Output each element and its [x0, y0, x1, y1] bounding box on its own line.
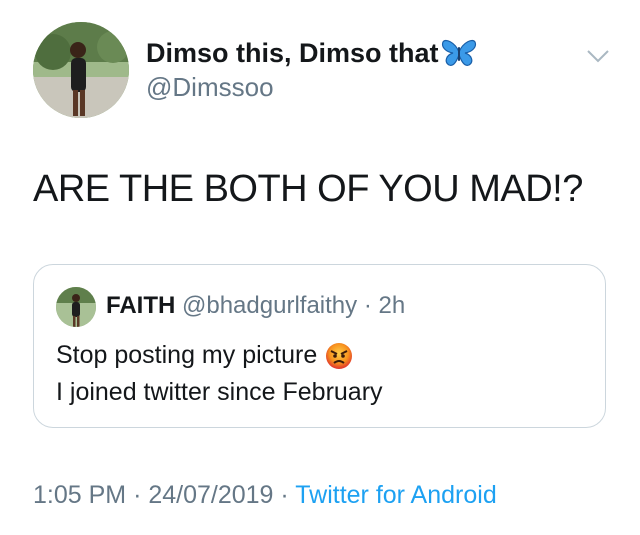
quoted-profile-photo-icon [56, 287, 96, 327]
tweet-date[interactable]: 24/07/2019 [148, 481, 273, 509]
author-display-name[interactable]: Dimso this, Dimso that [146, 38, 439, 69]
butterfly-icon [441, 38, 477, 68]
tweet-time[interactable]: 1:05 PM [33, 481, 126, 509]
chevron-down-icon[interactable] [586, 48, 610, 64]
quoted-name: FAITH [106, 292, 176, 319]
meta-separator-2: · [280, 481, 289, 509]
quoted-line-2: I joined twitter since February [56, 378, 383, 406]
tweet-meta: 1:05 PM · 24/07/2019 · Twitter for Andro… [33, 481, 497, 510]
quoted-line-1: Stop posting my picture [56, 341, 353, 370]
quoted-line-1-text: Stop posting my picture [56, 341, 318, 369]
quoted-header: FAITH @bhadgurlfaithy · 2h [106, 292, 405, 320]
quoted-handle: @bhadgurlfaithy [182, 292, 358, 319]
profile-photo-icon [33, 22, 129, 118]
author-name-row[interactable]: Dimso this, Dimso that [146, 36, 477, 70]
author-handle[interactable]: @Dimssoo [146, 72, 274, 103]
quoted-time: 2h [378, 292, 406, 319]
quoted-tweet[interactable]: FAITH @bhadgurlfaithy · 2h Stop posting … [33, 264, 606, 428]
angry-face-icon [325, 342, 353, 370]
meta-separator-1: · [133, 481, 142, 509]
tweet-source-link[interactable]: Twitter for Android [295, 481, 496, 509]
quoted-separator: · [363, 292, 372, 319]
quoted-avatar [56, 287, 96, 327]
tweet: Dimso this, Dimso that @Dimssoo ARE THE … [0, 0, 640, 535]
author-avatar[interactable] [33, 22, 129, 118]
tweet-text: ARE THE BOTH OF YOU MAD!? [33, 168, 583, 210]
